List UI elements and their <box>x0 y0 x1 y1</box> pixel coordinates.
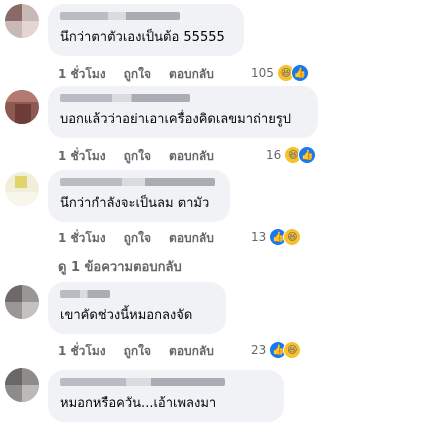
avatar[interactable] <box>5 4 39 38</box>
like-button[interactable]: ถูกใจ <box>124 342 151 361</box>
haha-icon: 😆 <box>283 228 302 246</box>
comment-text: เขาคัดช่วงนี้หมอกลงจัด <box>60 308 193 323</box>
comment-text: บอกแล้วว่าอย่าเอาเครื่องคิดเลขมาถ่ายรูป <box>60 112 292 127</box>
haha-icon: 😆 <box>283 341 302 359</box>
reaction-summary[interactable]: 105 😆 👍 <box>251 64 309 82</box>
reply-button[interactable]: ตอบกลับ <box>169 65 214 84</box>
timestamp[interactable]: 1 ชั่วโมง <box>58 229 106 248</box>
timestamp[interactable]: 1 ชั่วโมง <box>58 65 106 84</box>
like-button[interactable]: ถูกใจ <box>124 147 151 166</box>
comment-bubble: นึกว่าตาตัวเองเป็นต้อ 55555 <box>48 4 244 56</box>
like-button[interactable]: ถูกใจ <box>124 229 151 248</box>
like-icon: 👍 <box>298 146 317 164</box>
reaction-summary[interactable]: 16 😆 👍 <box>266 146 317 164</box>
reaction-summary[interactable]: 13 👍 😆 <box>251 228 302 246</box>
timestamp[interactable]: 1 ชั่วโมง <box>58 147 106 166</box>
reply-button[interactable]: ตอบกลับ <box>169 147 214 166</box>
comment-bubble: เขาคัดช่วงนี้หมอกลงจัด <box>48 282 226 334</box>
avatar[interactable] <box>5 90 39 124</box>
author-name[interactable] <box>60 290 110 298</box>
author-name[interactable] <box>60 94 190 102</box>
comment-actions: 1 ชั่วโมง ถูกใจ ตอบกลับ <box>58 342 232 361</box>
avatar[interactable] <box>5 368 39 402</box>
avatar[interactable] <box>5 285 39 319</box>
comment-text: นึกว่ากำลังจะเป็นลม ตามัว <box>60 196 210 211</box>
reaction-count: 23 <box>251 343 267 357</box>
comment-actions: 1 ชั่วโมง ถูกใจ ตอบกลับ <box>58 229 232 248</box>
comment-text: หมอกหรือควัน...เอ้าเพลงมา <box>60 396 217 411</box>
comment-actions: 1 ชั่วโมง ถูกใจ ตอบกลับ <box>58 65 232 84</box>
reply-button[interactable]: ตอบกลับ <box>169 342 214 361</box>
reply-button[interactable]: ตอบกลับ <box>169 229 214 248</box>
reaction-count: 16 <box>266 148 282 162</box>
author-name[interactable] <box>60 378 225 386</box>
reaction-summary[interactable]: 23 👍 😆 <box>251 341 302 359</box>
like-icon: 👍 <box>290 64 309 82</box>
like-button[interactable]: ถูกใจ <box>124 65 151 84</box>
comment-actions: 1 ชั่วโมง ถูกใจ ตอบกลับ <box>58 147 232 166</box>
comment-bubble: นึกว่ากำลังจะเป็นลม ตามัว <box>48 170 230 222</box>
avatar[interactable] <box>5 172 39 206</box>
comment-text: นึกว่าตาตัวเองเป็นต้อ 55555 <box>60 30 225 45</box>
comment-bubble: บอกแล้วว่าอย่าเอาเครื่องคิดเลขมาถ่ายรูป <box>48 86 318 138</box>
author-name[interactable] <box>60 178 215 186</box>
view-replies-link[interactable]: ดู 1 ข้อความตอบกลับ <box>58 256 182 277</box>
timestamp[interactable]: 1 ชั่วโมง <box>58 342 106 361</box>
comment-bubble: หมอกหรือควัน...เอ้าเพลงมา <box>48 370 284 422</box>
author-name[interactable] <box>60 12 180 20</box>
reaction-count: 105 <box>251 66 274 80</box>
reaction-count: 13 <box>251 230 267 244</box>
